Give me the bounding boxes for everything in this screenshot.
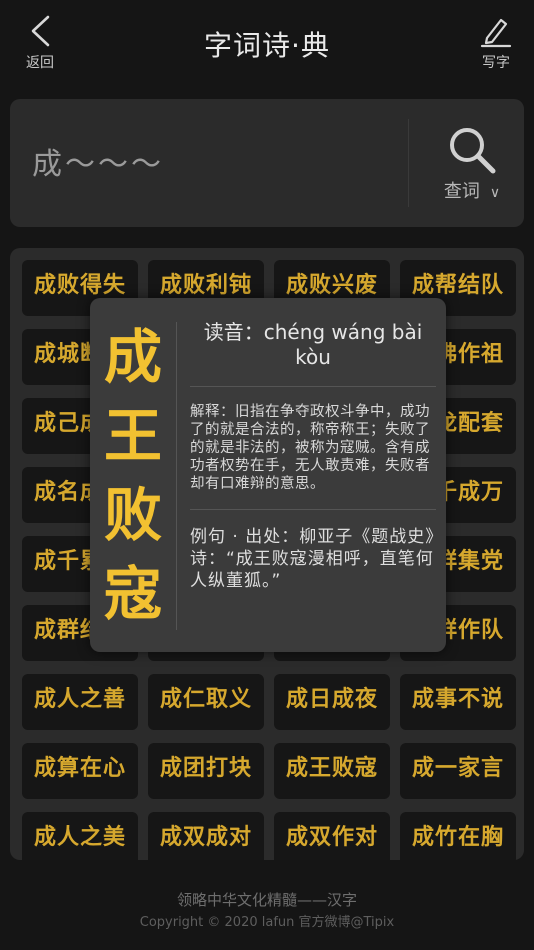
word-cell[interactable]: 成人之美	[22, 812, 138, 860]
word-char: 败	[103, 481, 162, 549]
word-characters: 成 王 败 寇	[100, 318, 166, 634]
footer-slogan: 领略中华文化精髓——汉字	[176, 891, 357, 909]
header: 返回 字词诗·典 写字	[0, 0, 534, 90]
search-input[interactable]: 成～～～	[32, 139, 164, 183]
footer-copyright: Copyright © 2020 lafun 官方微博@Tipix	[139, 915, 395, 930]
word-cell[interactable]: 成一家言	[400, 743, 516, 799]
word-detail-popup[interactable]: 成 王 败 寇 读音：chéng wáng bài kòu 解释：旧指在争夺政权…	[90, 298, 446, 652]
word-info: 读音：chéng wáng bài kòu 解释：旧指在争夺政权斗争中，成功了的…	[190, 320, 436, 592]
search-mode-select[interactable]: 查词 ∨	[424, 177, 520, 203]
word-cell[interactable]: 成事不说	[400, 674, 516, 730]
write-button[interactable]: 写字	[474, 14, 518, 72]
search-divider	[408, 119, 409, 207]
divider	[190, 509, 436, 510]
word-cell[interactable]: 成双成对	[148, 812, 264, 860]
divider	[190, 386, 436, 387]
word-cell[interactable]: 成日成夜	[274, 674, 390, 730]
word-cell[interactable]: 成团打块	[148, 743, 264, 799]
word-char: 成	[103, 323, 162, 391]
word-cell[interactable]: 成竹在胸	[400, 812, 516, 860]
word-char: 王	[103, 402, 162, 470]
example-source: 例句 · 出处：柳亚子《题战史》诗：“成王败寇漫相呼，直笔何人纵董狐。”	[190, 527, 435, 591]
word-cell[interactable]: 成算在心	[22, 743, 138, 799]
pronunciation: 读音：chéng wáng bài kòu	[203, 320, 423, 369]
search-box: 成～～～ 查词 ∨	[10, 99, 524, 227]
word-cell[interactable]: 成仁取义	[148, 674, 264, 730]
chevron-down-icon: ∨	[489, 185, 501, 201]
explanation: 解释：旧指在争夺政权斗争中，成功了的就是合法的，称帝称王；失败了的就是非法的，被…	[190, 404, 430, 492]
word-char: 寇	[103, 560, 162, 628]
word-cell[interactable]: 成王败寇	[274, 743, 390, 799]
vertical-divider	[176, 322, 177, 630]
word-cell[interactable]: 成人之善	[22, 674, 138, 730]
pencil-icon	[480, 18, 512, 48]
page-title: 字词诗·典	[204, 29, 330, 62]
search-button-label: 查词	[443, 181, 480, 202]
search-icon	[450, 128, 496, 174]
search-button[interactable]: 查词 ∨	[424, 125, 520, 215]
word-cell[interactable]: 成双作对	[274, 812, 390, 860]
write-label: 写字	[482, 55, 510, 71]
